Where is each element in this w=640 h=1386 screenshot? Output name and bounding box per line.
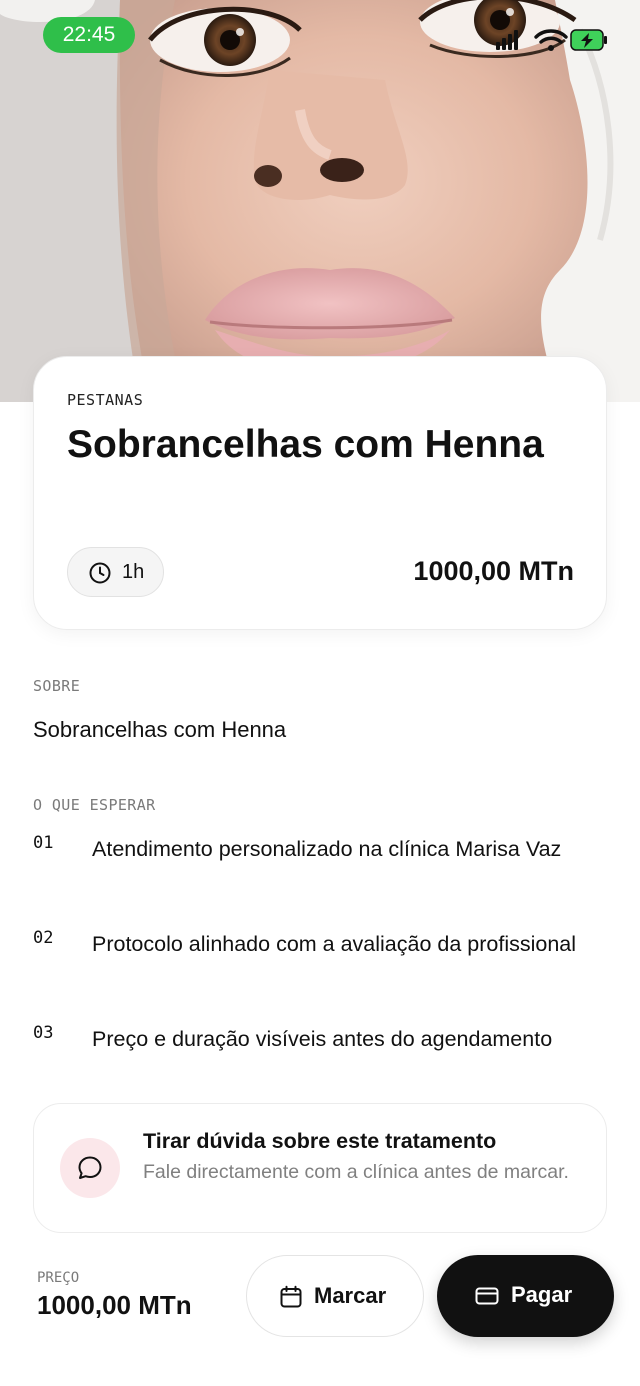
service-price: 1000,00 MTn bbox=[413, 556, 574, 586]
expect-item-number: 03 bbox=[33, 1023, 54, 1043]
ask-question-card[interactable]: Tirar dúvida sobre este tratamento Fale … bbox=[33, 1103, 607, 1233]
book-button-label: Marcar bbox=[314, 1283, 387, 1308]
clock-icon bbox=[89, 562, 111, 584]
expect-label: O QUE ESPERAR bbox=[33, 796, 156, 814]
footer-price: 1000,00 MTn bbox=[37, 1290, 192, 1320]
service-title: Sobrancelhas com Henna bbox=[67, 423, 544, 466]
ask-question-subtitle: Fale directamente com a clínica antes de… bbox=[143, 1161, 569, 1183]
ask-question-title: Tirar dúvida sobre este tratamento bbox=[143, 1129, 497, 1153]
pay-button[interactable]: Pagar bbox=[437, 1255, 614, 1337]
duration-badge: 1h bbox=[67, 547, 164, 597]
wifi-icon bbox=[534, 29, 568, 51]
battery-icon bbox=[570, 29, 607, 51]
status-time: 22:45 bbox=[43, 17, 135, 53]
signal-icon bbox=[496, 30, 518, 50]
service-card: PESTANAS Sobrancelhas com Henna 1h 1000,… bbox=[33, 356, 607, 630]
hero-face-illustration bbox=[0, 0, 640, 402]
service-category: PESTANAS bbox=[67, 391, 144, 409]
book-button[interactable]: Marcar bbox=[246, 1255, 424, 1337]
expect-item-number: 01 bbox=[33, 833, 54, 853]
expect-item-text: Protocolo alinhado com a avaliação da pr… bbox=[92, 932, 577, 956]
pay-button-label: Pagar bbox=[511, 1282, 573, 1307]
about-label: SOBRE bbox=[33, 677, 81, 695]
duration-value: 1h bbox=[122, 561, 145, 583]
expect-item-text: Atendimento personalizado na clínica Mar… bbox=[92, 837, 562, 861]
expect-item-number: 02 bbox=[33, 928, 54, 948]
status-icons bbox=[496, 29, 607, 51]
card-icon bbox=[475, 1287, 499, 1305]
about-text: Sobrancelhas com Henna bbox=[33, 717, 287, 742]
expect-item-text: Preço e duração visíveis antes do agenda… bbox=[92, 1027, 553, 1051]
footer-price-label: PREÇO bbox=[37, 1270, 80, 1286]
chat-icon-badge bbox=[60, 1138, 120, 1198]
chat-icon bbox=[78, 1156, 102, 1179]
hero-image bbox=[0, 0, 640, 402]
calendar-icon bbox=[280, 1285, 302, 1308]
